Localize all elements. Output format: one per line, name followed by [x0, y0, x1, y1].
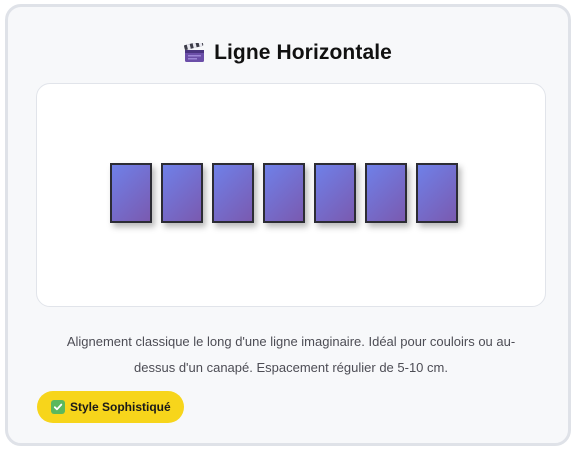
picture-frame: [365, 163, 407, 223]
frame-row: [110, 163, 458, 223]
layout-card: Ligne Horizontale Alignement classique l…: [5, 4, 571, 446]
description-line: Alignement classique le long d'une ligne…: [66, 334, 516, 349]
picture-frame: [314, 163, 356, 223]
arrangement-preview: [36, 83, 546, 307]
style-badge: Style Sophistiqué: [37, 391, 184, 423]
card-title: Ligne Horizontale: [214, 41, 392, 64]
picture-frame: [161, 163, 203, 223]
picture-frame: [110, 163, 152, 223]
clapperboard-icon: [184, 41, 205, 63]
description-line: dessus d'un canapé. Espacement régulier …: [134, 360, 448, 375]
picture-frame: [263, 163, 305, 223]
layout-description: Alignement classique le long d'une ligne…: [34, 329, 548, 381]
card-header: Ligne Horizontale: [8, 37, 568, 69]
picture-frame: [416, 163, 458, 223]
check-icon: [51, 400, 65, 414]
badge-label: Style Sophistiqué: [70, 400, 171, 414]
picture-frame: [212, 163, 254, 223]
